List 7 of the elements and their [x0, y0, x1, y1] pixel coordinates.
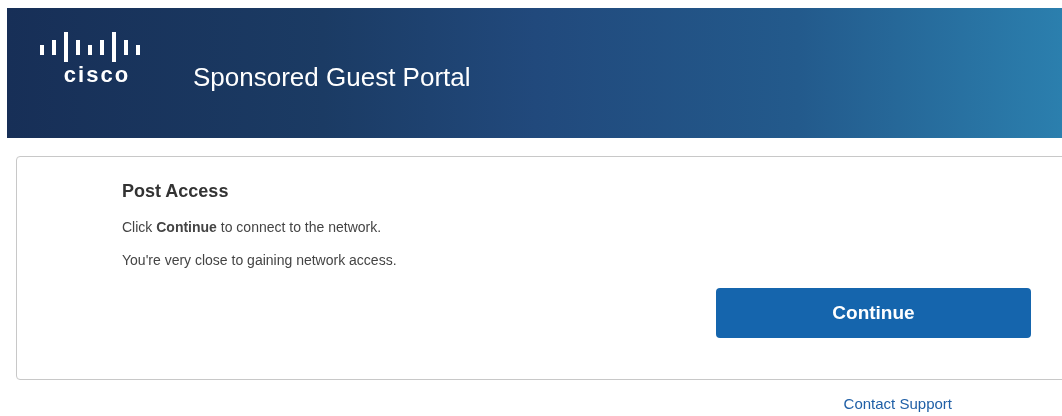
card-title: Post Access	[122, 182, 230, 200]
body-text: Click Continue to connect to the network.	[122, 220, 383, 234]
contact-support-link[interactable]: Contact Support	[843, 396, 952, 411]
body-text: You're very close to gaining network access.	[122, 253, 398, 267]
portal-title: Sponsored Guest Portal	[193, 64, 471, 90]
logo-text: cisco	[63, 64, 131, 86]
continue-button[interactable]: Continue	[716, 288, 1031, 338]
